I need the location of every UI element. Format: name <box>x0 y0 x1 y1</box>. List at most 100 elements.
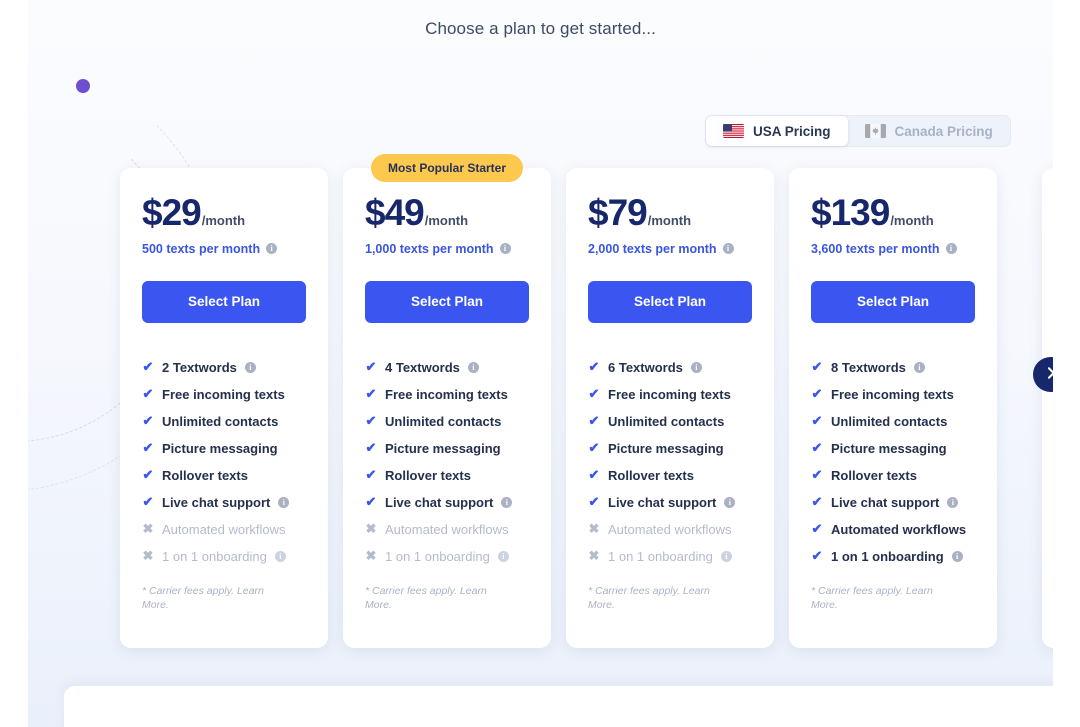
plan-price-period: /month <box>201 213 246 228</box>
info-icon[interactable]: i <box>722 243 734 255</box>
feature-row: ✔ Rollover texts <box>365 462 529 489</box>
most-popular-badge: Most Popular Starter <box>370 154 524 182</box>
plan-texts-label: 500 texts per month <box>142 241 261 256</box>
feature-label: Picture messaging <box>162 440 278 456</box>
decorative-purple-dot <box>76 79 90 93</box>
feature-row: ✔ Free incoming texts <box>365 381 529 408</box>
feature-label: Automated workflows <box>162 521 286 537</box>
check-icon: ✔ <box>142 440 154 456</box>
check-icon: ✔ <box>811 548 823 564</box>
check-icon: ✔ <box>811 413 823 429</box>
info-icon[interactable]: i <box>951 550 963 562</box>
check-icon: ✔ <box>588 494 600 510</box>
chevron-right-icon <box>1043 365 1053 384</box>
feature-row: ✔ Rollover texts <box>142 462 306 489</box>
info-icon[interactable]: i <box>720 550 732 562</box>
carrier-fees-note[interactable]: * Carrier fees apply. Learn More. <box>142 584 290 612</box>
feature-label: Free incoming texts <box>385 386 508 402</box>
feature-row: ✔ Rollover texts <box>811 462 975 489</box>
bottom-content-panel <box>64 686 1053 727</box>
cross-icon: ✖ <box>365 521 377 537</box>
feature-label: 6 Textwords <box>608 359 683 375</box>
carrier-fees-note[interactable]: * Carrier fees apply. Learn More. <box>588 584 736 612</box>
feature-row: ✖ 1 on 1 onboarding i <box>142 543 306 570</box>
feature-row: ✔ Unlimited contacts <box>588 408 752 435</box>
info-icon[interactable]: i <box>278 496 290 508</box>
check-icon: ✔ <box>142 467 154 483</box>
toggle-label-canada: Canada Pricing <box>894 123 993 139</box>
feature-row: ✔ Picture messaging <box>365 435 529 462</box>
plan-texts-quota: 2,000 texts per month i <box>588 242 752 256</box>
feature-label: Rollover texts <box>831 467 917 483</box>
feature-label: Live chat support <box>831 494 940 510</box>
carrier-fees-note[interactable]: * Carrier fees apply. Learn More. <box>811 584 959 612</box>
check-icon: ✔ <box>142 494 154 510</box>
info-icon[interactable]: i <box>690 361 702 373</box>
info-icon[interactable]: i <box>499 243 511 255</box>
feature-label: Live chat support <box>385 494 494 510</box>
check-icon: ✔ <box>365 440 377 456</box>
usa-flag-icon <box>723 124 744 138</box>
info-icon[interactable]: i <box>945 243 957 255</box>
plan-texts-quota: 500 texts per month i <box>142 242 306 256</box>
check-icon: ✔ <box>365 413 377 429</box>
info-icon[interactable]: i <box>913 361 925 373</box>
feature-row: ✔ 4 Textwords i <box>365 354 529 381</box>
feature-row: ✔ Unlimited contacts <box>142 408 306 435</box>
feature-row: ✔ 6 Textwords i <box>588 354 752 381</box>
check-icon: ✔ <box>811 440 823 456</box>
region-toggle[interactable]: USA Pricing Canada Pricing <box>705 115 1011 147</box>
check-icon: ✔ <box>365 359 377 375</box>
select-plan-button[interactable]: Select Plan <box>811 280 975 323</box>
select-plan-button[interactable]: Select Plan <box>142 280 306 323</box>
feature-label: Automated workflows <box>608 521 732 537</box>
toggle-option-canada-pricing[interactable]: Canada Pricing <box>848 116 1010 146</box>
feature-label: Live chat support <box>162 494 271 510</box>
info-icon[interactable]: i <box>501 496 513 508</box>
feature-label: 8 Textwords <box>831 359 906 375</box>
toggle-option-usa-pricing[interactable]: USA Pricing <box>706 116 848 146</box>
pricing-panel: Choose a plan to get started... USA Pric… <box>28 0 1053 727</box>
feature-row: ✔ Free incoming texts <box>588 381 752 408</box>
feature-row: ✔ Picture messaging <box>811 435 975 462</box>
plan-texts-label: 2,000 texts per month <box>588 241 717 256</box>
info-icon[interactable]: i <box>274 550 286 562</box>
select-plan-button[interactable]: Select Plan <box>588 280 752 323</box>
info-icon[interactable]: i <box>947 496 959 508</box>
feature-label: Rollover texts <box>162 467 248 483</box>
check-icon: ✔ <box>142 386 154 402</box>
feature-label: Picture messaging <box>831 440 947 456</box>
carrier-fees-note[interactable]: * Carrier fees apply. Learn More. <box>365 584 513 612</box>
info-icon[interactable]: i <box>467 361 479 373</box>
plan-card: $79/month 2,000 texts per month i Select Pl… <box>566 168 774 648</box>
cross-icon: ✖ <box>588 521 600 537</box>
check-icon: ✔ <box>588 467 600 483</box>
feature-row: ✔ Live chat support i <box>365 489 529 516</box>
feature-label: Automated workflows <box>831 521 967 537</box>
check-icon: ✔ <box>365 386 377 402</box>
plan-feature-list: ✔ 8 Textwords i ✔ Free incoming texts ✔ Unlimi… <box>811 354 975 570</box>
select-plan-button[interactable]: Select Plan <box>365 280 529 323</box>
info-icon[interactable]: i <box>244 361 256 373</box>
feature-label: Unlimited contacts <box>385 413 502 429</box>
pricing-page: Choose a plan to get started... USA Pric… <box>0 0 1080 727</box>
plan-price: $29 <box>142 192 202 233</box>
plan-price-period: /month <box>647 213 692 228</box>
cross-icon: ✖ <box>365 548 377 564</box>
plan-price: $139 <box>811 192 890 233</box>
check-icon: ✔ <box>365 494 377 510</box>
check-icon: ✔ <box>811 494 823 510</box>
info-icon[interactable]: i <box>724 496 736 508</box>
info-icon[interactable]: i <box>266 243 278 255</box>
plan-texts-label: 3,600 texts per month <box>811 241 940 256</box>
info-icon[interactable]: i <box>497 550 509 562</box>
cross-icon: ✖ <box>142 548 154 564</box>
plan-card: $139/month 3,600 texts per month i Select P… <box>789 168 997 648</box>
check-icon: ✔ <box>142 359 154 375</box>
feature-label: 1 on 1 onboarding <box>831 548 944 564</box>
page-title: Choose a plan to get started... <box>425 19 656 38</box>
feature-row: ✔ 8 Textwords i <box>811 354 975 381</box>
feature-label: Picture messaging <box>385 440 501 456</box>
plan-price-row: $139/month <box>811 192 975 233</box>
feature-row: ✔ Free incoming texts <box>811 381 975 408</box>
